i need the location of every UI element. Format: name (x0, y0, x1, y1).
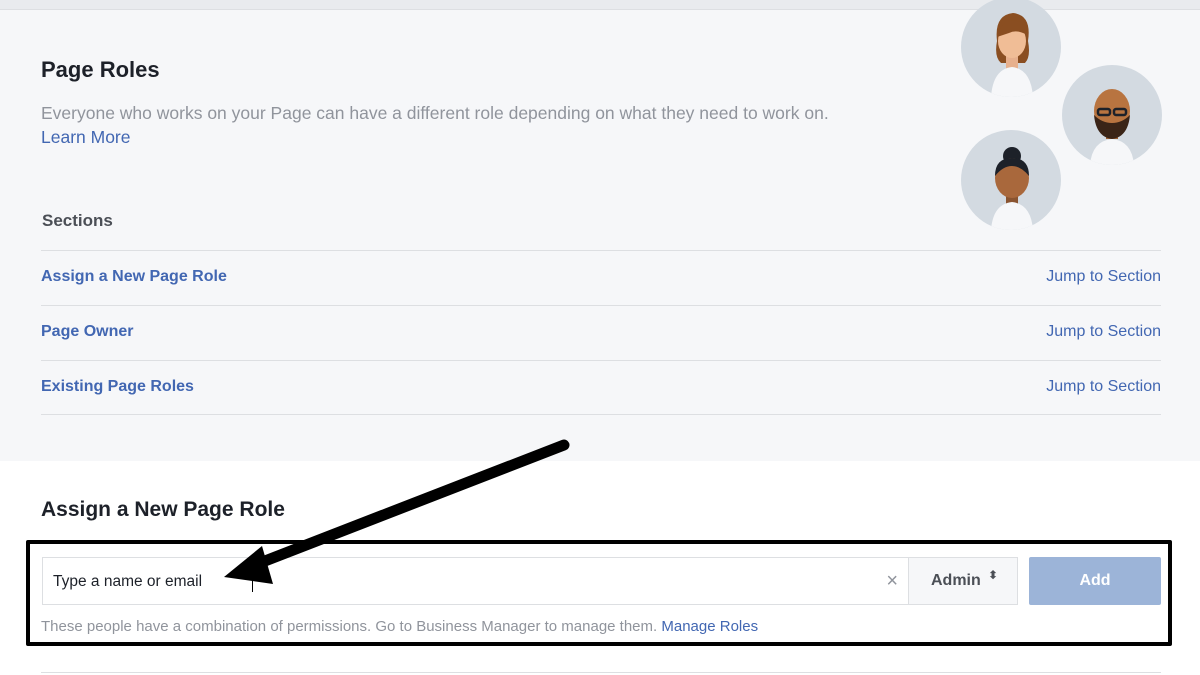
bearded-man-avatar-icon (1062, 65, 1162, 165)
bottom-divider (41, 672, 1161, 673)
add-button[interactable]: Add (1029, 557, 1161, 605)
assign-new-page-role-heading: Assign a New Page Role (41, 498, 285, 521)
role-select-value: Admin (931, 572, 981, 589)
sections-heading: Sections (42, 211, 113, 230)
jump-to-section-link[interactable]: Jump to Section (1046, 378, 1161, 396)
woman-bun-avatar-icon (961, 130, 1061, 230)
name-or-email-field[interactable]: × (42, 557, 909, 605)
permissions-note: These people have a combination of permi… (41, 618, 758, 635)
role-select-dropdown[interactable]: Admin ⬍ (908, 557, 1018, 605)
section-row-assign-new-role: Assign a New Page Role Jump to Section (41, 250, 1161, 305)
jump-to-section-link[interactable]: Jump to Section (1046, 323, 1161, 341)
section-link-assign-new-role[interactable]: Assign a New Page Role (41, 268, 227, 286)
jump-to-section-link[interactable]: Jump to Section (1046, 268, 1161, 286)
section-row-page-owner: Page Owner Jump to Section (41, 305, 1161, 360)
section-row-existing-page-roles: Existing Page Roles Jump to Section (41, 360, 1161, 415)
learn-more-link[interactable]: Learn More (41, 127, 131, 148)
sort-caret-icon: ⬍ (988, 568, 999, 582)
text-cursor (252, 572, 253, 592)
section-link-existing-page-roles[interactable]: Existing Page Roles (41, 378, 194, 396)
name-or-email-input[interactable] (53, 572, 873, 592)
clear-icon[interactable]: × (886, 570, 898, 593)
page-title: Page Roles (41, 57, 160, 82)
manage-roles-link[interactable]: Manage Roles (661, 618, 758, 635)
page-description: Everyone who works on your Page can have… (41, 103, 829, 123)
section-link-page-owner[interactable]: Page Owner (41, 323, 133, 341)
permissions-note-text: These people have a combination of permi… (41, 618, 658, 635)
woman-avatar-icon (961, 0, 1061, 97)
